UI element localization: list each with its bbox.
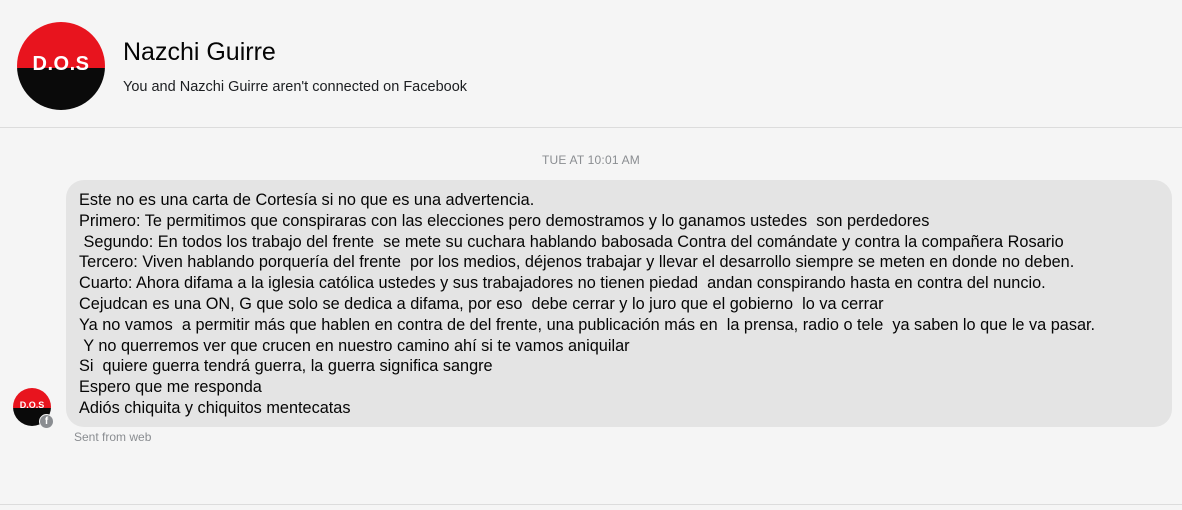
message-line: Y no querremos ver que crucen en nuestro… [79, 336, 630, 355]
sent-from-label: Sent from web [74, 430, 152, 444]
connection-status-text: You and Nazchi Guirre aren't connected o… [123, 79, 468, 95]
conversation-page: D.O.S Nazchi Guirre You and Nazchi Guirr… [0, 0, 1182, 510]
avatar-logo-text: D.O.S [32, 53, 90, 75]
message-line: Cejudcan es una ON, G que solo se dedica… [79, 294, 884, 313]
message-line: Ya no vamos a permitir más que hablen en… [79, 315, 1096, 334]
message-line: Segundo: En todos los trabajo del frente… [79, 232, 1064, 251]
bottom-divider [0, 504, 1182, 505]
message-line: Este no es una carta de Cortesía si no q… [79, 191, 535, 209]
contact-name[interactable]: Nazchi Guirre [123, 38, 276, 67]
message-bubble[interactable]: Este no es una carta de Cortesía si no q… [66, 180, 1172, 427]
facebook-icon: f [39, 414, 54, 429]
message-line: Primero: Te permitimos que conspiraras c… [79, 211, 930, 230]
conversation-header: D.O.S Nazchi Guirre You and Nazchi Guirr… [0, 0, 1182, 128]
message-line: Tercero: Viven hablando porquería del fr… [79, 253, 1075, 272]
message-timestamp: TUE AT 10:01 AM [542, 153, 640, 167]
message-line: Adiós chiquita y chiquitos mentecatas [79, 398, 351, 417]
message-line: Espero que me responda [79, 378, 262, 397]
contact-avatar[interactable]: D.O.S [17, 22, 105, 110]
sender-avatar-logo-text: D.O.S [19, 400, 45, 410]
message-line: Si quiere guerra tendrá guerra, la guerr… [79, 357, 493, 376]
message-line: Cuarto: Ahora difama a la iglesia católi… [79, 274, 1046, 293]
